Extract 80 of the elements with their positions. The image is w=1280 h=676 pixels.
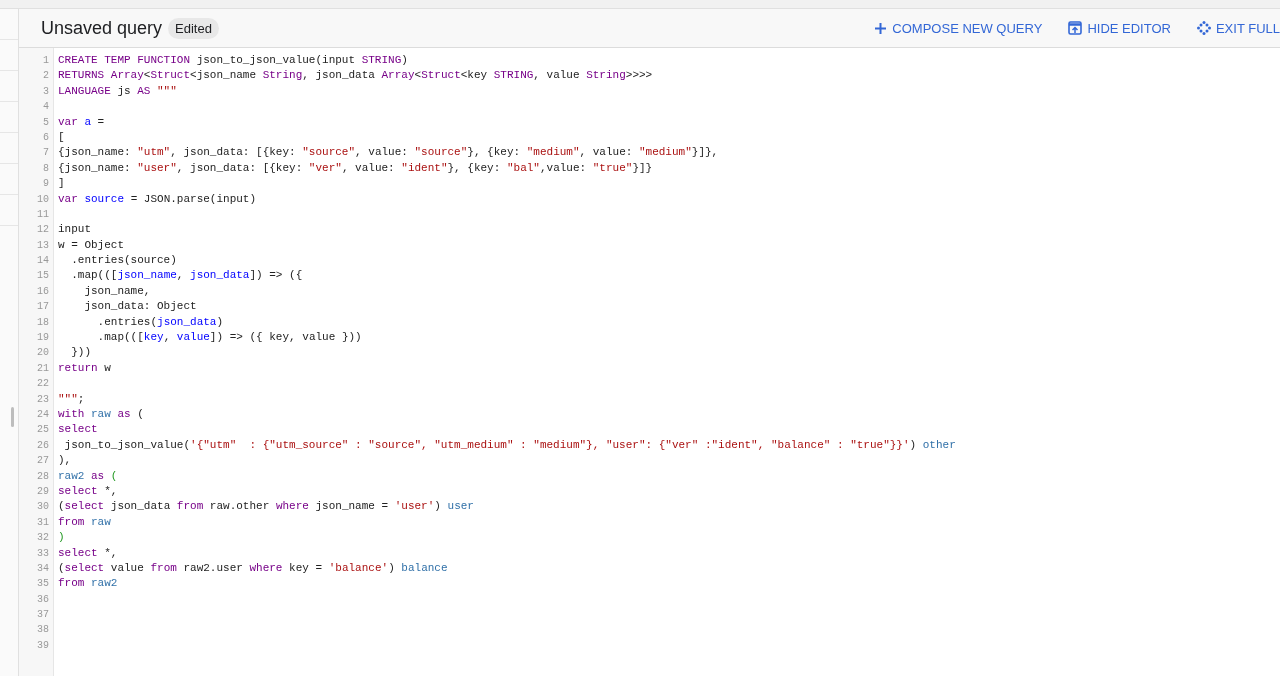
code-line: select *, [58, 545, 119, 561]
hide-editor-button[interactable]: HIDE EDITOR [1068, 20, 1171, 36]
line-number: 38 [36, 623, 50, 638]
line-number: 8 [42, 161, 50, 176]
code-line: .map(([json_name, json_data]) => ({ [70, 268, 304, 284]
code-line: {json_name: "utm", json_data: [{key: "source", value: "source"}, {key: "medium", value: "medium"}]}, [58, 145, 720, 161]
line-number: 15 [36, 269, 50, 284]
code-line: .entries(json_data) [96, 314, 225, 330]
line-number: 28 [36, 469, 50, 484]
line-number: 23 [36, 392, 50, 407]
code-line: ] [58, 176, 66, 192]
code-line: (select json_data from raw.other where json_name = 'user') user [58, 499, 475, 515]
code-line: return w [58, 360, 112, 376]
line-number: 16 [36, 284, 50, 299]
code-line: CREATE TEMP FUNCTION json_to_json_value(input STRING) [58, 53, 409, 68]
dots-icon [1196, 21, 1211, 35]
code-line: json_to_json_value('{"utm" : {"utm_source" : "source", "utm_medium" : "medium"}, "user": {"ver" :"ident", "balance" : "true"}}') other [63, 437, 957, 453]
exit-fullscreen-button[interactable]: EXIT FULL [1196, 20, 1280, 36]
line-number: 5 [42, 115, 50, 130]
line-number: 18 [36, 315, 50, 330]
line-number: 36 [36, 592, 50, 607]
line-number: 9 [42, 177, 50, 192]
code-line: from raw [58, 514, 112, 530]
query-title: Unsaved query [41, 17, 163, 39]
line-number: 21 [36, 361, 50, 376]
code-line: with raw as ( [58, 407, 145, 422]
line-number: 11 [36, 207, 50, 222]
line-number: 22 [36, 377, 50, 392]
plus-icon [874, 21, 888, 35]
line-number: 20 [36, 346, 50, 361]
code-line: json_data: Object [83, 299, 198, 315]
resize-handle[interactable] [11, 407, 14, 427]
code-line: ) [58, 530, 66, 546]
line-number: 2 [42, 69, 50, 84]
line-number: 37 [36, 608, 50, 623]
line-number: 33 [36, 546, 50, 561]
upload-window-icon [1068, 21, 1083, 35]
line-number: 19 [36, 331, 50, 346]
line-number: 6 [42, 130, 50, 145]
code-line: LANGUAGE js AS """ [58, 83, 178, 99]
code-line: select *, [58, 483, 119, 499]
line-number: 32 [36, 531, 50, 546]
code-line: var source = JSON.parse(input) [58, 191, 258, 207]
line-number: 17 [36, 300, 50, 315]
line-number: 13 [36, 238, 50, 253]
line-number: 7 [42, 146, 50, 161]
line-number: 10 [36, 192, 50, 207]
line-number: 4 [42, 100, 50, 115]
line-number: 39 [36, 638, 50, 653]
line-number: 30 [36, 500, 50, 515]
code-line: })) [70, 345, 92, 361]
code-line: var a = [58, 114, 106, 130]
line-number: 29 [36, 484, 50, 499]
line-number: 25 [36, 423, 50, 438]
code-line: input [58, 222, 92, 238]
code-line: RETURNS Array<Struct<json_name String, json_data Array<Struct<key STRING, value String>>>> [58, 68, 654, 84]
line-number: 26 [36, 438, 50, 453]
code-line: """; [58, 391, 86, 407]
line-number: 35 [36, 577, 50, 592]
line-number: 24 [36, 408, 50, 422]
code-line: {json_name: "user", json_data: [{key: "ver", value: "ident"}, {key: "bal",value: "true"}]} [58, 160, 654, 176]
code-line: raw2 as ( [58, 468, 119, 484]
code-line: .entries(source) [70, 253, 178, 269]
line-number: 31 [36, 515, 50, 530]
code-line: select [58, 422, 99, 438]
line-number: 12 [36, 223, 50, 238]
code-line: (select value from raw2.user where key = 'balance') balance [58, 560, 449, 576]
code-line: ), [58, 453, 73, 469]
code-line: [ [58, 129, 66, 145]
edited-badge: Edited [168, 17, 219, 39]
line-number: 14 [36, 254, 50, 269]
line-number: 34 [36, 561, 50, 576]
code-line: w = Object [58, 237, 125, 253]
line-number: 3 [42, 84, 50, 99]
code-line: .map(([key, value]) => ({ key, value })) [96, 330, 363, 346]
code-line: json_name, [83, 283, 152, 299]
code-line: from raw2 [58, 576, 119, 592]
line-number: 27 [36, 454, 50, 469]
compose-query-button[interactable]: COMPOSE NEW QUERY [874, 20, 1043, 36]
line-number: 1 [42, 54, 50, 68]
